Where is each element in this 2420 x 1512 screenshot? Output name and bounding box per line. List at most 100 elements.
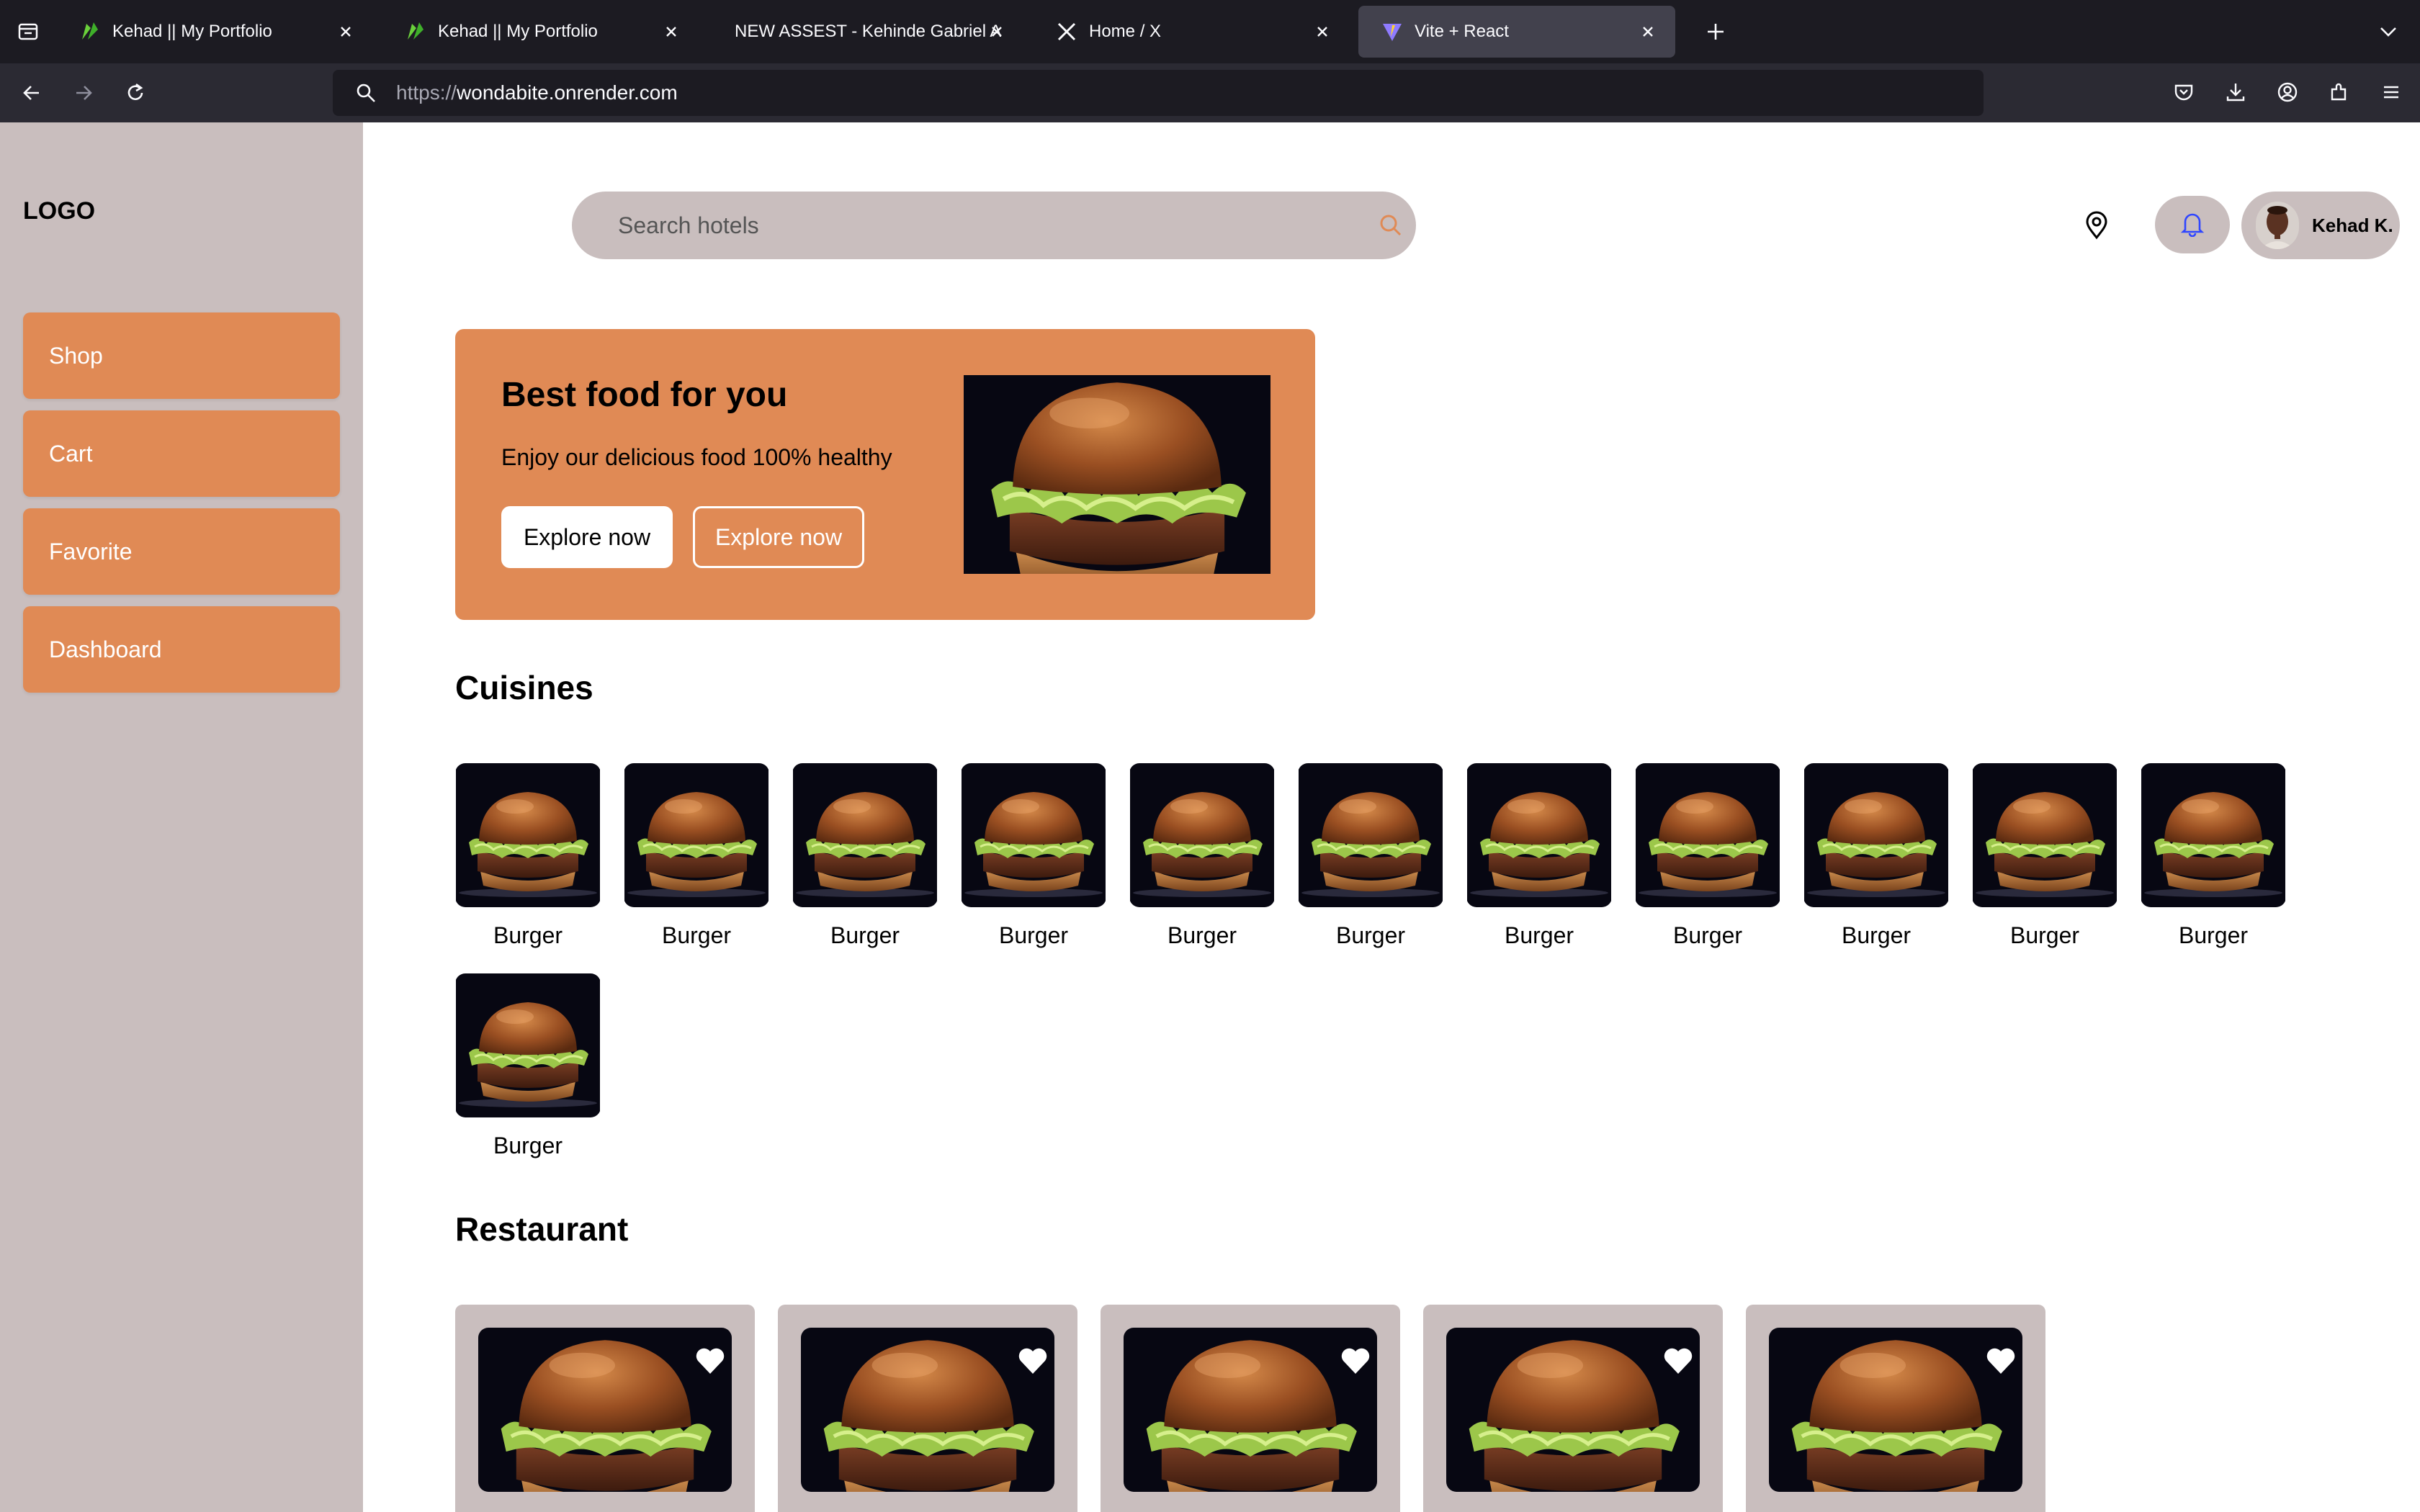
menu-icon[interactable] xyxy=(2371,72,2411,112)
cuisine-label: Burger xyxy=(661,922,732,948)
x-logo-icon xyxy=(1054,19,1079,44)
tab-title: Kehad || My Portfolio xyxy=(438,22,598,41)
burger-image xyxy=(964,375,1270,574)
burger-image xyxy=(1130,763,1274,907)
browser-tab-bar: Kehad || My Portfolio Kehad || My Portfo… xyxy=(0,0,2420,63)
burger-image xyxy=(1804,763,1948,907)
cuisine-label: Burger xyxy=(998,922,1069,948)
browser-tab[interactable]: Home / X xyxy=(1033,6,1350,58)
explore-now-button[interactable]: Explore now xyxy=(501,506,673,568)
download-icon[interactable] xyxy=(2215,72,2256,112)
heart-icon[interactable] xyxy=(1985,1345,2017,1377)
hero-title: Best food for you xyxy=(501,376,788,414)
green-leaf-icon xyxy=(78,19,102,44)
cuisine-label: Burger xyxy=(493,922,563,948)
restaurant-card[interactable] xyxy=(1423,1305,1723,1512)
cuisine-item[interactable]: Burger xyxy=(1129,763,1275,949)
location-pin-icon[interactable] xyxy=(2079,207,2115,243)
bell-icon xyxy=(2179,210,2205,240)
heart-icon[interactable] xyxy=(694,1345,726,1377)
cuisine-label: Burger xyxy=(1504,922,1574,948)
firefox-view-icon[interactable] xyxy=(0,0,56,63)
green-leaf-icon xyxy=(403,19,428,44)
cuisine-label: Burger xyxy=(1167,922,1237,948)
restaurant-card[interactable] xyxy=(778,1305,1077,1512)
tab-title: NEW ASSEST - Kehinde Gabriel Adi xyxy=(735,22,1001,41)
cuisine-item[interactable]: Burger xyxy=(1972,763,2118,949)
heart-icon[interactable] xyxy=(1017,1345,1049,1377)
address-bar[interactable]: https://wondabite.onrender.com xyxy=(333,70,1984,116)
cuisine-item[interactable]: Burger xyxy=(624,763,769,949)
search-icon[interactable] xyxy=(1373,207,1409,243)
hero-banner: Best food for you Enjoy our delicious fo… xyxy=(455,329,1315,620)
burger-image xyxy=(1636,763,1780,907)
back-icon[interactable] xyxy=(12,73,52,113)
close-icon[interactable] xyxy=(1636,20,1659,43)
burger-image xyxy=(456,973,600,1117)
main-content: Search hotels Kehad K. Best food for you… xyxy=(363,122,2420,1512)
burger-image xyxy=(1299,763,1443,907)
sidebar-item-dashboard[interactable]: Dashboard xyxy=(23,606,340,693)
close-icon[interactable] xyxy=(334,20,357,43)
url-text: https://wondabite.onrender.com xyxy=(396,81,678,104)
close-icon[interactable] xyxy=(985,20,1008,43)
sidebar: LOGO Shop Cart Favorite Dashboard xyxy=(0,122,363,1512)
user-name: Kehad K. xyxy=(2312,214,2393,236)
heart-icon[interactable] xyxy=(1662,1345,1694,1377)
avatar xyxy=(2256,202,2299,249)
cuisine-item[interactable]: Burger xyxy=(1803,763,1949,949)
cuisine-item[interactable]: Burger xyxy=(1298,763,1443,949)
pocket-icon[interactable] xyxy=(2164,72,2204,112)
burger-image xyxy=(456,763,600,907)
profile-chip[interactable]: Kehad K. xyxy=(2241,192,2400,259)
cuisine-label: Burger xyxy=(2009,922,2080,948)
close-icon[interactable] xyxy=(660,20,683,43)
notification-button[interactable] xyxy=(2155,196,2230,253)
burger-image xyxy=(2141,763,2285,907)
search-input[interactable]: Search hotels xyxy=(572,192,1416,259)
browser-tab[interactable]: NEW ASSEST - Kehinde Gabriel Adi xyxy=(707,6,1024,58)
cuisines-title: Cuisines xyxy=(455,669,593,706)
close-icon[interactable] xyxy=(1311,20,1334,43)
cuisine-label: Burger xyxy=(1841,922,1912,948)
cuisine-item[interactable]: Burger xyxy=(1466,763,1612,949)
heart-icon[interactable] xyxy=(1340,1345,1371,1377)
tab-title: Kehad || My Portfolio xyxy=(112,22,272,41)
burger-image xyxy=(1467,763,1611,907)
new-tab-button[interactable] xyxy=(1694,10,1737,53)
forward-icon[interactable] xyxy=(63,73,104,113)
cuisine-label: Burger xyxy=(2178,922,2249,948)
cuisine-item[interactable]: Burger xyxy=(455,973,601,1159)
cuisine-item[interactable]: Burger xyxy=(792,763,938,949)
sidebar-item-cart[interactable]: Cart xyxy=(23,410,340,497)
cuisine-item[interactable]: Burger xyxy=(455,763,601,949)
browser-tab[interactable]: Kehad || My Portfolio xyxy=(382,6,699,58)
reload-icon[interactable] xyxy=(115,73,156,113)
logo: LOGO xyxy=(23,197,96,225)
explore-now-outline-button[interactable]: Explore now xyxy=(693,506,864,568)
hero-subtitle: Enjoy our delicious food 100% healthy xyxy=(501,444,892,470)
search-placeholder: Search hotels xyxy=(618,212,759,238)
cuisine-item[interactable]: Burger xyxy=(1635,763,1780,949)
burger-image xyxy=(793,763,937,907)
tab-title: Home / X xyxy=(1089,22,1162,41)
extensions-icon[interactable] xyxy=(2319,72,2360,112)
tab-title: Vite + React xyxy=(1415,22,1509,41)
restaurant-card[interactable] xyxy=(1101,1305,1400,1512)
browser-tab[interactable]: Kehad || My Portfolio xyxy=(56,6,373,58)
search-icon xyxy=(351,78,380,107)
cuisine-label: Burger xyxy=(1335,922,1406,948)
browser-tab-active[interactable]: Vite + React xyxy=(1358,6,1675,58)
account-icon[interactable] xyxy=(2267,72,2308,112)
cuisine-item[interactable]: Burger xyxy=(961,763,1106,949)
cuisine-label: Burger xyxy=(1672,922,1743,948)
cuisine-item[interactable]: Burger xyxy=(2141,763,2286,949)
sidebar-item-favorite[interactable]: Favorite xyxy=(23,508,340,595)
cuisine-label: Burger xyxy=(830,922,900,948)
chevron-down-icon[interactable] xyxy=(2372,16,2404,48)
burger-image xyxy=(1973,763,2117,907)
burger-image xyxy=(624,763,768,907)
restaurant-card[interactable] xyxy=(455,1305,755,1512)
restaurant-card[interactable] xyxy=(1746,1305,2045,1512)
sidebar-item-shop[interactable]: Shop xyxy=(23,312,340,399)
